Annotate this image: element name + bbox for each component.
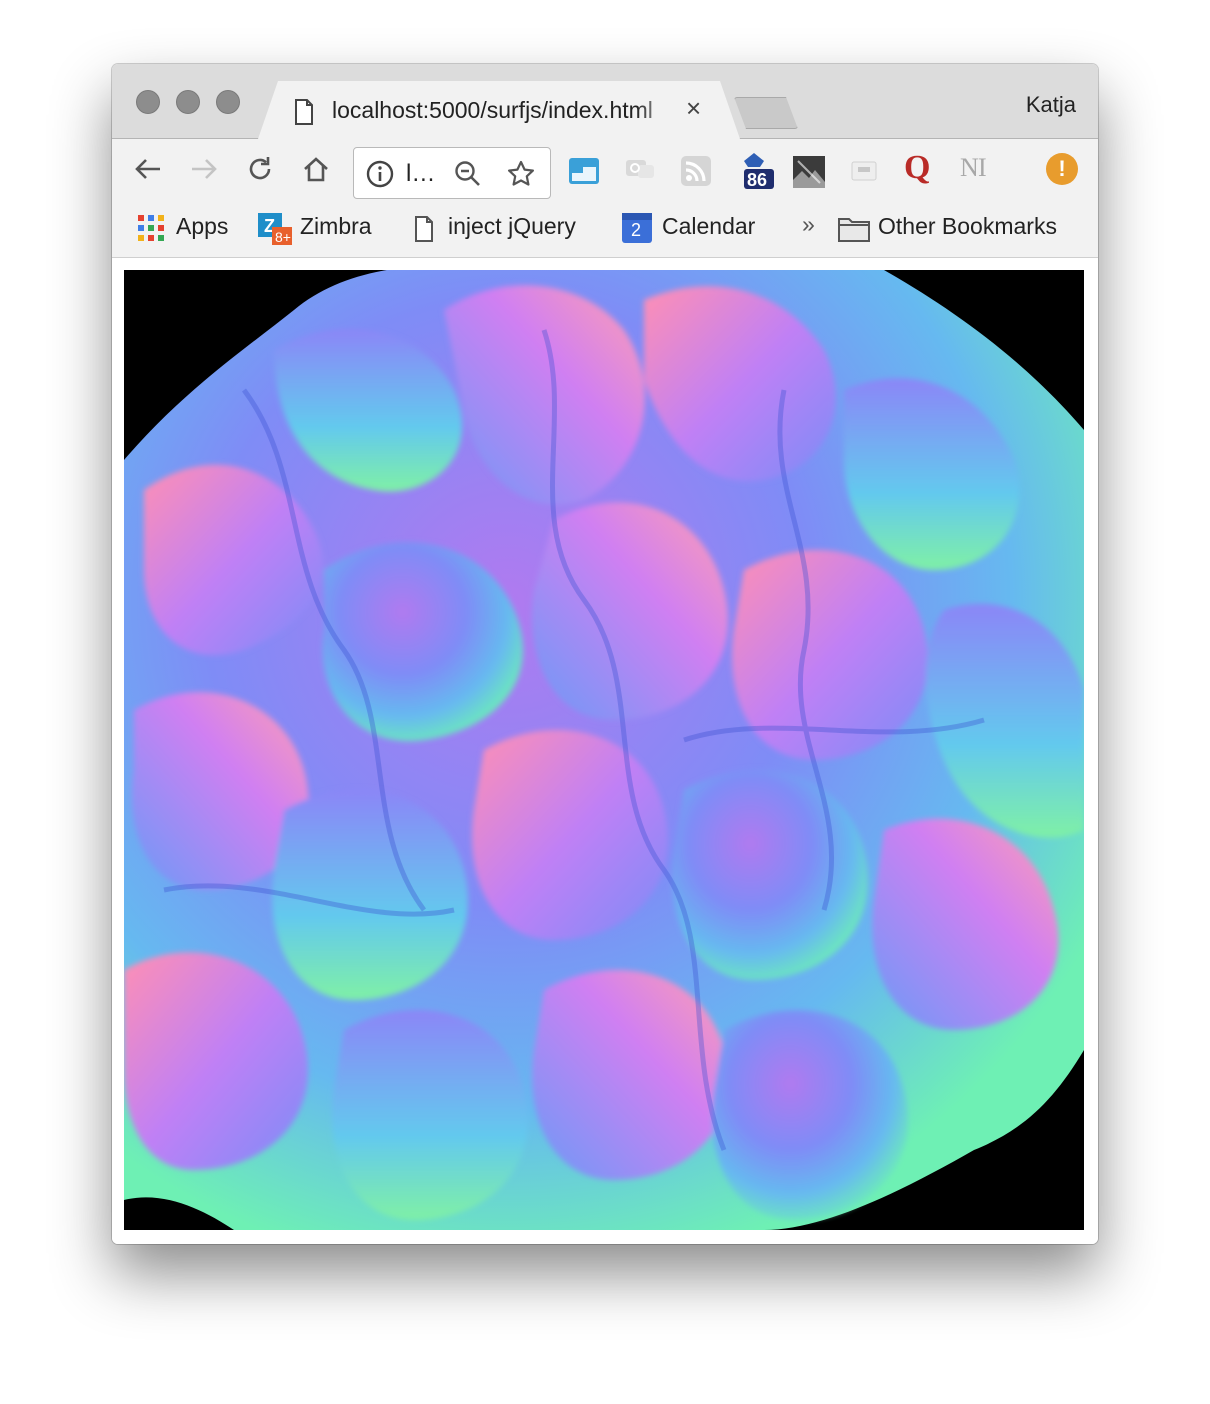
toolbar: l… 86 Q N I !: [112, 139, 1098, 199]
new-tab-button[interactable]: [734, 97, 798, 129]
svg-text:8+: 8+: [275, 229, 291, 245]
window-app-icon[interactable]: [568, 155, 600, 187]
bookmark-star-icon[interactable]: [506, 159, 536, 194]
zoom-out-icon[interactable]: [454, 160, 482, 193]
brain-render: [124, 270, 1084, 1230]
home-icon: [304, 157, 328, 182]
document-icon: [294, 99, 314, 130]
back-button[interactable]: [132, 153, 164, 185]
reload-icon: [249, 157, 271, 180]
quora-q-label: Q: [904, 149, 931, 186]
brain-surface-canvas[interactable]: [124, 270, 1084, 1230]
bookmark-apps-label: Apps: [176, 213, 229, 239]
noodle-text-icon[interactable]: N I: [960, 153, 992, 185]
bookmark-inject-jquery-label: inject jQuery: [448, 213, 576, 239]
apps-grid-icon: [138, 215, 164, 246]
bookmarks-bar: Apps Z 8+ Zimbra inject jQuery 2 Calendar…: [112, 199, 1098, 258]
photo-gallery-icon[interactable]: [792, 155, 825, 188]
calendar-badge: 2: [631, 220, 642, 240]
address-bar[interactable]: l…: [353, 147, 551, 199]
alert-label: !: [1058, 156, 1066, 181]
calendar-icon: 2: [622, 213, 652, 243]
tab-title: localhost:5000/surfjs/index.html: [332, 97, 653, 123]
pdf-tool-icon[interactable]: [848, 155, 880, 187]
close-tab-button[interactable]: ×: [686, 94, 701, 122]
browser-window: localhost:5000/surfjs/index.html × Katja…: [112, 64, 1098, 1244]
cursor-glyph: I: [978, 153, 987, 182]
quora-q-icon[interactable]: Q: [904, 149, 936, 186]
bookmarks-overflow-button[interactable]: »: [802, 211, 815, 238]
tab-active[interactable]: localhost:5000/surfjs/index.html ×: [258, 81, 740, 139]
close-window-button[interactable]: [136, 90, 160, 114]
rss-icon[interactable]: [680, 155, 712, 187]
address-text: l…: [406, 160, 436, 187]
tab-strip: localhost:5000/surfjs/index.html × Katja: [112, 64, 1098, 139]
page-content: [112, 258, 1098, 1244]
folder-icon: [838, 216, 870, 247]
counter-icon[interactable]: 86: [738, 151, 778, 191]
document-icon: [414, 216, 434, 247]
arrow-left-icon: [135, 159, 160, 179]
bookmark-zimbra-label: Zimbra: [300, 213, 372, 239]
bookmark-other-label: Other Bookmarks: [878, 213, 1057, 239]
noodle-label: N: [960, 153, 979, 182]
profile-name[interactable]: Katja: [1026, 92, 1076, 118]
minimize-window-button[interactable]: [176, 90, 200, 114]
bookmark-calendar-label: Calendar: [662, 213, 756, 239]
forward-button[interactable]: [188, 153, 220, 185]
chat-icon[interactable]: [624, 155, 656, 187]
arrow-right-icon: [192, 159, 217, 179]
zimbra-icon: Z 8+: [258, 213, 292, 250]
counter-badge: 86: [747, 170, 768, 190]
alert-icon[interactable]: !: [1046, 153, 1078, 185]
reload-button[interactable]: [244, 153, 276, 185]
info-icon[interactable]: [366, 160, 394, 193]
zoom-window-button[interactable]: [216, 90, 240, 114]
home-button[interactable]: [300, 153, 332, 185]
